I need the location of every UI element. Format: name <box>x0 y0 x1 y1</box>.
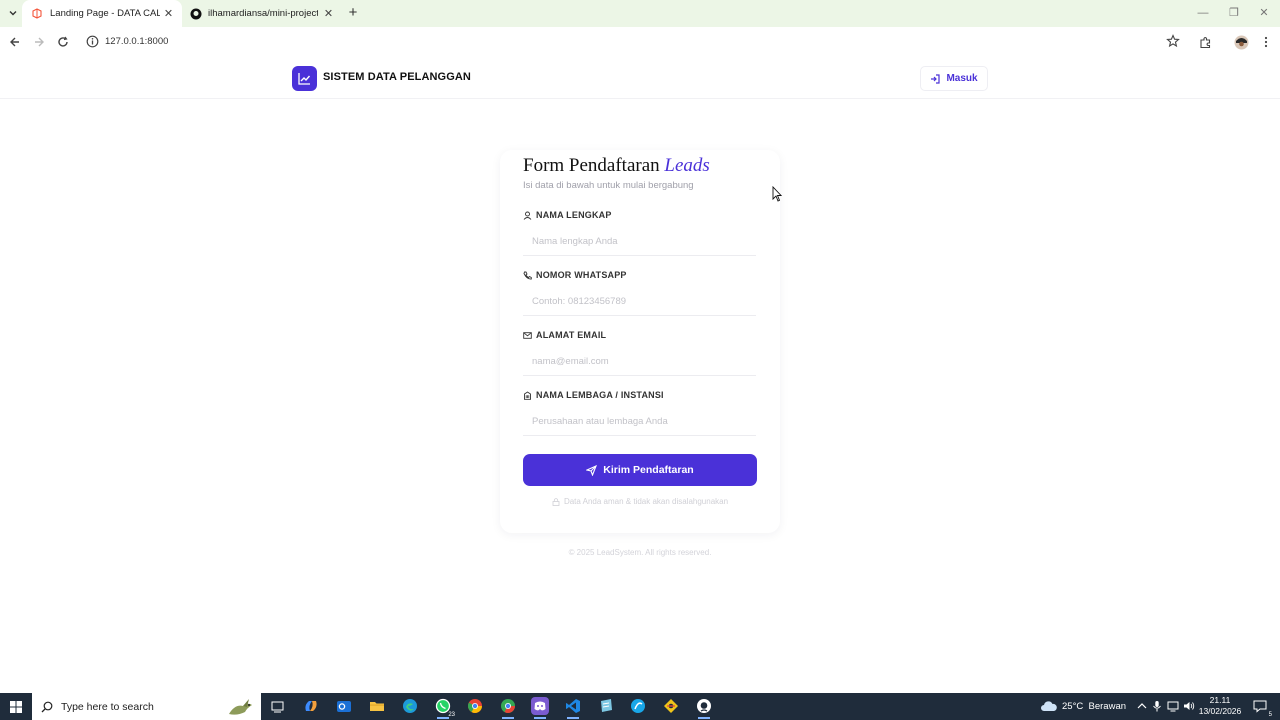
login-button[interactable]: Masuk <box>920 66 988 91</box>
site-header: SISTEM DATA PELANGGAN Masuk <box>0 56 1280 99</box>
clock-time: 21.11 <box>1209 695 1231 705</box>
login-icon <box>931 73 941 84</box>
browser-tab-strip: Landing Page - DATA CALON P ✕ ilhamardia… <box>0 0 1280 27</box>
clock-date: 13/02/2026 <box>1198 706 1242 716</box>
volume-icon[interactable] <box>1183 700 1195 712</box>
outlook-icon[interactable] <box>335 697 353 715</box>
laravel-favicon-icon <box>32 7 44 20</box>
notes-app-icon[interactable] <box>597 697 615 715</box>
notification-center-icon[interactable]: 5 <box>1251 697 1273 718</box>
windows-start-icon[interactable] <box>0 693 32 720</box>
task-view-icon[interactable] <box>268 697 286 715</box>
search-placeholder: Type here to search <box>61 700 154 713</box>
discord-icon[interactable] <box>531 697 549 719</box>
cursor-app-icon[interactable] <box>629 697 647 715</box>
weather-desc: Berawan <box>1088 701 1127 712</box>
chrome-icon[interactable] <box>466 697 484 715</box>
tab-search-dropdown-icon[interactable] <box>4 4 22 22</box>
cloud-weather-icon[interactable] <box>1040 700 1058 712</box>
profile-avatar-icon[interactable] <box>1232 33 1250 51</box>
full-name-input[interactable] <box>523 228 756 256</box>
system-clock[interactable]: 21.11 13/02/2026 <box>1197 695 1243 717</box>
browser-toolbar: 127.0.0.1:8000 <box>0 27 1280 56</box>
extensions-icon[interactable] <box>1196 33 1214 51</box>
whatsapp-badge: 23 <box>447 712 456 718</box>
file-explorer-icon[interactable] <box>368 697 386 715</box>
user-icon <box>523 211 532 220</box>
forward-arrow-icon[interactable] <box>30 33 48 51</box>
whatsapp-input[interactable] <box>523 288 756 316</box>
minimize-icon[interactable]: — <box>1196 6 1210 20</box>
phone-icon <box>523 271 532 279</box>
notification-count: 5 <box>1267 712 1273 718</box>
copyright-text: © 2025 LeadSystem. All rights reserved. <box>568 548 712 557</box>
security-note: Data Anda aman & tidak akan disalahgunak… <box>500 497 780 506</box>
tab-close-icon[interactable]: ✕ <box>323 8 334 20</box>
weather-text[interactable]: 25°C Berawan <box>1062 693 1126 720</box>
new-tab-icon[interactable]: + <box>345 5 361 21</box>
chrome-profile-icon[interactable] <box>499 697 517 719</box>
chart-logo-icon[interactable] <box>292 66 317 91</box>
full-name-label: NAMA LENGKAP <box>523 210 612 220</box>
back-arrow-icon[interactable] <box>6 33 24 51</box>
close-window-icon[interactable]: ✕ <box>1257 6 1271 20</box>
whatsapp-icon[interactable]: 23 <box>434 697 456 719</box>
login-label: Masuk <box>946 73 978 84</box>
mouse-cursor-icon <box>772 186 782 202</box>
restore-icon[interactable]: ❐ <box>1227 6 1241 20</box>
email-label: ALAMAT EMAIL <box>523 330 606 340</box>
vscode-icon[interactable] <box>564 697 582 719</box>
email-input[interactable] <box>523 348 756 376</box>
form-title-accent: Leads <box>664 155 710 176</box>
bookmark-star-icon[interactable] <box>1166 34 1180 48</box>
browser-tab-landing[interactable]: Landing Page - DATA CALON P ✕ <box>22 0 182 27</box>
weather-temp: 25°C <box>1062 701 1084 712</box>
taskbar-search-box[interactable]: Type here to search <box>32 693 261 720</box>
address-bar[interactable]: 127.0.0.1:8000 <box>78 30 1188 53</box>
network-icon[interactable] <box>1167 700 1179 712</box>
mail-icon <box>523 331 532 339</box>
form-title: Form Pendaftaran Leads <box>523 155 710 176</box>
building-icon <box>524 390 531 400</box>
browser-tab-github[interactable]: ilhamardiansa/mini-project-wa ✕ <box>182 0 342 27</box>
tab-title: ilhamardiansa/mini-project-wa <box>208 8 318 19</box>
reload-icon[interactable] <box>54 33 72 51</box>
institution-input[interactable] <box>523 408 756 436</box>
form-subtitle: Isi data di bawah untuk mulai bergabung <box>523 180 694 191</box>
site-info-icon[interactable] <box>86 35 99 48</box>
microphone-icon[interactable] <box>1151 700 1163 712</box>
windows-taskbar: Type here to search 23 25°C Berawan 21.1… <box>0 693 1280 720</box>
github-desktop-icon[interactable] <box>695 697 713 719</box>
git-client-icon[interactable] <box>662 697 680 715</box>
brand-name[interactable]: SISTEM DATA PELANGGAN <box>323 71 471 83</box>
url-text: 127.0.0.1:8000 <box>105 36 169 47</box>
registration-form-card: Form Pendaftaran Leads Isi data di bawah… <box>500 150 780 533</box>
institution-label: NAMA LEMBAGA / INSTANSI <box>523 390 664 400</box>
github-favicon-icon <box>190 8 202 20</box>
submit-registration-button[interactable]: Kirim Pendaftaran <box>523 454 757 486</box>
bird-illustration-icon <box>229 699 252 715</box>
chevron-up-icon[interactable] <box>1136 700 1148 712</box>
tab-title: Landing Page - DATA CALON P <box>50 8 160 19</box>
submit-label: Kirim Pendaftaran <box>603 464 694 476</box>
tab-close-icon[interactable]: ✕ <box>163 8 174 20</box>
lock-icon <box>552 497 560 506</box>
whatsapp-label: NOMOR WHATSAPP <box>523 270 627 280</box>
copilot-icon[interactable] <box>302 697 320 715</box>
browser-menu-icon[interactable] <box>1257 33 1275 51</box>
send-icon <box>586 464 598 476</box>
search-icon <box>41 701 53 712</box>
edge-icon[interactable] <box>401 697 419 715</box>
